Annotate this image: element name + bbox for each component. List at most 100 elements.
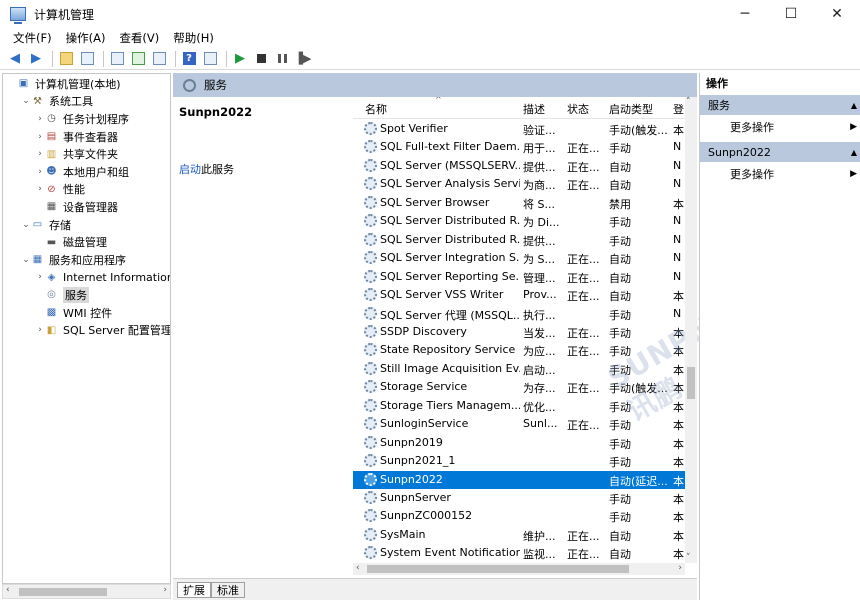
scroll-right-arrow-icon[interactable]: › [163, 585, 167, 595]
collapsed-chevron-icon[interactable]: › [35, 184, 45, 194]
service-logon: 本 [673, 474, 684, 488]
scroll-left-arrow-icon[interactable]: ‹ [356, 563, 360, 573]
tree-item[interactable]: ▣ 计算机管理(本地) [7, 75, 121, 93]
tab-extended[interactable]: 扩展 [177, 582, 211, 598]
service-row[interactable]: System Event Notification... 监视... 正在... 自动… [353, 544, 685, 563]
tree-item[interactable]: › ▥ 共享文件夹 [35, 145, 118, 163]
service-row[interactable]: SQL Full-text Filter Daem... 用于... 正在... 手动… [353, 138, 685, 157]
refresh-button[interactable] [129, 50, 147, 68]
tree-item[interactable]: › ☻ 本地用户和组 [35, 163, 129, 181]
close-button[interactable]: ✕ [814, 0, 860, 28]
service-row[interactable]: SSDP Discovery 当发... 正在... 手动 本 [353, 323, 685, 342]
collapsed-chevron-icon[interactable]: › [35, 272, 45, 282]
expanded-chevron-icon[interactable]: ⌄ [21, 255, 31, 265]
collapsed-chevron-icon[interactable]: › [35, 114, 45, 124]
column-header-startup-type[interactable]: 启动类型 [609, 101, 653, 117]
service-row[interactable]: SQL Server Browser 将 S... 禁用 本 [353, 194, 685, 213]
service-row[interactable]: Sunpn2021_1 手动 本 [353, 452, 685, 471]
minimize-button[interactable]: ─ [722, 0, 768, 28]
collapse-icon[interactable]: ▲ [851, 101, 857, 110]
menu-action[interactable]: 操作(A) [59, 30, 113, 46]
service-desc: 验证... [523, 124, 556, 137]
forward-button[interactable]: ▶ [27, 50, 45, 68]
back-button[interactable]: ◀ [6, 50, 24, 68]
tree-item[interactable]: › ▤ 事件查看器 [35, 128, 118, 146]
collapsed-chevron-icon[interactable]: › [35, 149, 45, 159]
tree-item[interactable]: ⌄ ⚒ 系统工具 [21, 93, 93, 111]
expanded-chevron-icon[interactable]: ⌄ [21, 220, 31, 230]
expanded-chevron-icon[interactable]: ⌄ [21, 96, 31, 106]
service-row[interactable]: SQL Server Analysis Servi... 为商... 正在... 自动… [353, 175, 685, 194]
list-vertical-scrollbar[interactable]: ˄ ˅ [685, 97, 697, 563]
service-row[interactable]: SQL Server (MSSQLSERV... 提供... 正在... 自动 N [353, 157, 685, 176]
show-hide-tree-button[interactable] [78, 50, 96, 68]
tree-item[interactable]: ◎ 服务 [35, 286, 89, 304]
scrollbar-thumb[interactable] [687, 367, 695, 399]
export-list-button[interactable] [150, 50, 168, 68]
start-service-link[interactable]: 启动 [179, 163, 201, 176]
scroll-down-arrow-icon[interactable]: ˅ [686, 553, 691, 563]
service-row[interactable]: Storage Tiers Managem... 优化... 手动 本 [353, 397, 685, 416]
service-row[interactable]: Storage Service 为存... 正在... 手动(触发... 本 [353, 378, 685, 397]
properties-button[interactable] [108, 50, 126, 68]
service-row[interactable]: Spot Verifier 验证... 手动(触发... 本 [353, 120, 685, 139]
column-header-logon[interactable]: 登 [673, 101, 684, 117]
scroll-up-arrow-icon[interactable]: ˄ [686, 97, 691, 107]
tree-horizontal-scrollbar[interactable]: ‹ › [2, 584, 171, 599]
service-row[interactable]: SunpnServer 手动 本 [353, 489, 685, 508]
services-pane: 服务 Sunpn2022 启动此服务 名称 ^ 描述 状态 启动类型 登 Spo… [173, 73, 719, 600]
up-level-button[interactable] [57, 50, 75, 68]
tree-item[interactable]: ▩ WMI 控件 [35, 304, 112, 322]
service-row[interactable]: SQL Server 代理 (MSSQL... 执行... 手动 N [353, 305, 685, 324]
tree-item[interactable]: ▦ 设备管理器 [35, 198, 118, 216]
actions-section-services[interactable]: 服务 ▲ [700, 95, 860, 115]
scroll-left-arrow-icon[interactable]: ‹ [6, 585, 10, 595]
menu-view[interactable]: 查看(V) [112, 30, 166, 46]
service-row[interactable]: SQL Server Integration S... 为 S... 正在... 自动… [353, 249, 685, 268]
tree-item[interactable]: › ◧ SQL Server 配置管理器 [35, 321, 170, 339]
show-hide-action-pane-button[interactable] [201, 50, 219, 68]
collapsed-chevron-icon[interactable]: › [35, 167, 45, 177]
collapse-icon[interactable]: ▲ [851, 148, 857, 157]
service-row[interactable]: Still Image Acquisition Ev... 启动... 手动 本 [353, 360, 685, 379]
column-header-status[interactable]: 状态 [567, 101, 589, 117]
scrollbar-thumb[interactable] [367, 565, 629, 573]
service-startup: 手动(触发... [609, 124, 668, 137]
help-button[interactable]: ? [180, 50, 198, 68]
service-row[interactable]: SQL Server Distributed R... 为 Di... 手动 N [353, 212, 685, 231]
service-row[interactable]: Sunpn2022 自动(延迟... 本 [353, 470, 685, 490]
actions-section-sunpn2022[interactable]: Sunpn2022 ▲ [700, 142, 860, 162]
pause-service-button[interactable] [273, 50, 291, 68]
stop-service-button[interactable] [252, 50, 270, 68]
menu-file[interactable]: 文件(F) [6, 30, 59, 46]
start-service-button[interactable]: ▶ [231, 50, 249, 68]
collapsed-chevron-icon[interactable]: › [35, 325, 45, 335]
list-horizontal-scrollbar[interactable]: ‹ › [353, 563, 685, 575]
tree-item[interactable]: ▬ 磁盘管理 [35, 233, 107, 251]
restart-service-button[interactable]: ▐▶ [294, 50, 312, 68]
column-header-description[interactable]: 描述 [523, 101, 545, 117]
menu-help[interactable]: 帮助(H) [166, 30, 221, 46]
service-row[interactable]: State Repository Service 为应... 正在... 手动 本 [353, 341, 685, 360]
collapsed-chevron-icon[interactable]: › [35, 132, 45, 142]
more-actions-sunpn2022[interactable]: 更多操作 ▶ [700, 164, 860, 184]
maximize-button[interactable]: ☐ [768, 0, 814, 28]
tree-item[interactable]: › ⊘ 性能 [35, 181, 85, 199]
tab-standard[interactable]: 标准 [211, 582, 245, 598]
tree-item[interactable]: ›◈ Internet Information S [35, 269, 170, 287]
scrollbar-thumb[interactable] [19, 588, 107, 596]
service-row[interactable]: SQL Server VSS Writer Prov... 正在... 自动 本 [353, 286, 685, 305]
service-row[interactable]: SunloginService Sunl... 正在... 手动 本 [353, 415, 685, 434]
service-row[interactable]: Sunpn2019 手动 本 [353, 434, 685, 453]
back-arrow-icon: ◀ [10, 51, 20, 66]
column-header-name[interactable]: 名称 [365, 101, 387, 117]
tree-item[interactable]: › ◷ 任务计划程序 [35, 110, 129, 128]
service-row[interactable]: SunpnZC000152 手动 本 [353, 507, 685, 526]
more-actions-services[interactable]: 更多操作 ▶ [700, 117, 860, 137]
tree-item[interactable]: ⌄ ▦ 服务和应用程序 [21, 251, 126, 269]
service-row[interactable]: SysMain 维护... 正在... 自动 本 [353, 526, 685, 545]
service-row[interactable]: SQL Server Distributed R... 提供... 手动 N [353, 231, 685, 250]
tree-item[interactable]: ⌄ ▭ 存储 [21, 216, 71, 234]
service-row[interactable]: SQL Server Reporting Se... 管理... 正在... 自动 N [353, 268, 685, 287]
scroll-right-arrow-icon[interactable]: › [678, 563, 682, 573]
